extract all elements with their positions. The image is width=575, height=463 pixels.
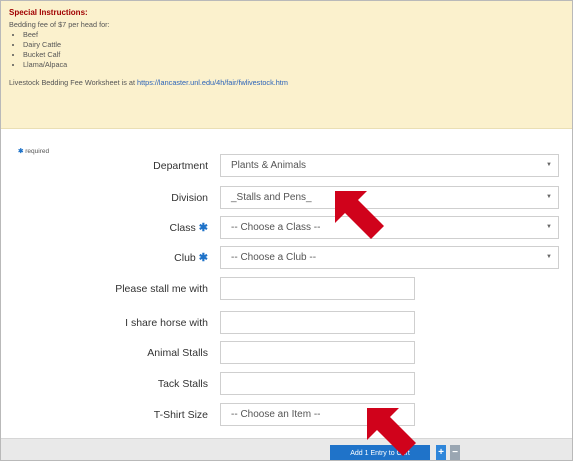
special-instructions-box: Special Instructions: Bedding fee of $7 … (1, 1, 572, 129)
chevron-down-icon: ▼ (546, 254, 552, 260)
class-label: Class ✱ (170, 216, 208, 240)
cart-footer: Add 1 Entry to Cart + − (1, 438, 572, 460)
bedding-fee-text: Bedding fee of $7 per head for: (9, 20, 110, 29)
animal-stalls-input[interactable] (220, 341, 415, 364)
tack-stalls-label: Tack Stalls (157, 378, 208, 390)
class-value: -- Choose a Class -- (231, 222, 321, 233)
department-select[interactable]: Plants & Animals ▼ (220, 154, 559, 177)
division-value: _Stalls and Pens_ (231, 192, 312, 203)
list-item: Llama/Alpaca (23, 60, 566, 70)
class-row: Class ✱ -- Choose a Class -- ▼ (1, 216, 572, 240)
department-value: Plants & Animals (231, 160, 307, 171)
share-horse-input[interactable] (220, 311, 415, 334)
division-label: Division (171, 192, 208, 204)
tshirt-select[interactable]: -- Choose an Item -- (220, 403, 415, 426)
club-label-text: Club (174, 252, 196, 264)
special-instructions-title: Special Instructions: (9, 8, 88, 17)
club-select[interactable]: -- Choose a Club -- ▼ (220, 246, 559, 269)
share-horse-label: I share horse with (125, 317, 208, 329)
department-label: Department (153, 160, 208, 172)
worksheet-line: Livestock Bedding Fee Worksheet is at ht… (9, 78, 566, 87)
tack-stalls-row: Tack Stalls (1, 372, 572, 396)
increment-button[interactable]: + (436, 445, 446, 460)
chevron-down-icon: ▼ (546, 162, 552, 168)
chevron-down-icon: ▼ (546, 224, 552, 230)
animal-stalls-row: Animal Stalls (1, 341, 572, 365)
division-select[interactable]: _Stalls and Pens_ ▼ (220, 186, 559, 209)
stall-with-row: Please stall me with (1, 277, 572, 301)
stall-with-input[interactable] (220, 277, 415, 300)
tshirt-value: -- Choose an Item -- (231, 409, 321, 420)
chevron-down-icon: ▼ (546, 194, 552, 200)
worksheet-text: Livestock Bedding Fee Worksheet is at (9, 78, 138, 87)
department-row: Department Plants & Animals ▼ (1, 154, 572, 178)
list-item: Dairy Cattle (23, 40, 566, 50)
decrement-button[interactable]: − (450, 445, 460, 460)
stall-with-label: Please stall me with (115, 283, 208, 295)
tshirt-label: T-Shirt Size (153, 409, 208, 421)
required-star-icon: ✱ (198, 222, 208, 234)
club-value: -- Choose a Club -- (231, 252, 317, 263)
class-label-text: Class (169, 222, 196, 234)
list-item: Beef (23, 30, 566, 40)
bedding-fee-list: Beef Dairy Cattle Bucket Calf Llama/Alpa… (9, 30, 566, 70)
list-item: Bucket Calf (23, 50, 566, 60)
tack-stalls-input[interactable] (220, 372, 415, 395)
tshirt-row: T-Shirt Size -- Choose an Item -- (1, 403, 572, 427)
worksheet-link[interactable]: https://lancaster.unl.edu/4h/fair/fwlive… (137, 78, 288, 87)
animal-stalls-label: Animal Stalls (147, 347, 208, 359)
entry-form-panel: Special Instructions: Bedding fee of $7 … (0, 0, 573, 461)
add-to-cart-button[interactable]: Add 1 Entry to Cart (330, 445, 430, 460)
club-label: Club ✱ (174, 246, 208, 270)
class-select[interactable]: -- Choose a Class -- ▼ (220, 216, 559, 239)
required-star-icon: ✱ (198, 252, 208, 264)
share-horse-row: I share horse with (1, 311, 572, 335)
division-row: Division _Stalls and Pens_ ▼ (1, 186, 572, 210)
club-row: Club ✱ -- Choose a Club -- ▼ (1, 246, 572, 270)
